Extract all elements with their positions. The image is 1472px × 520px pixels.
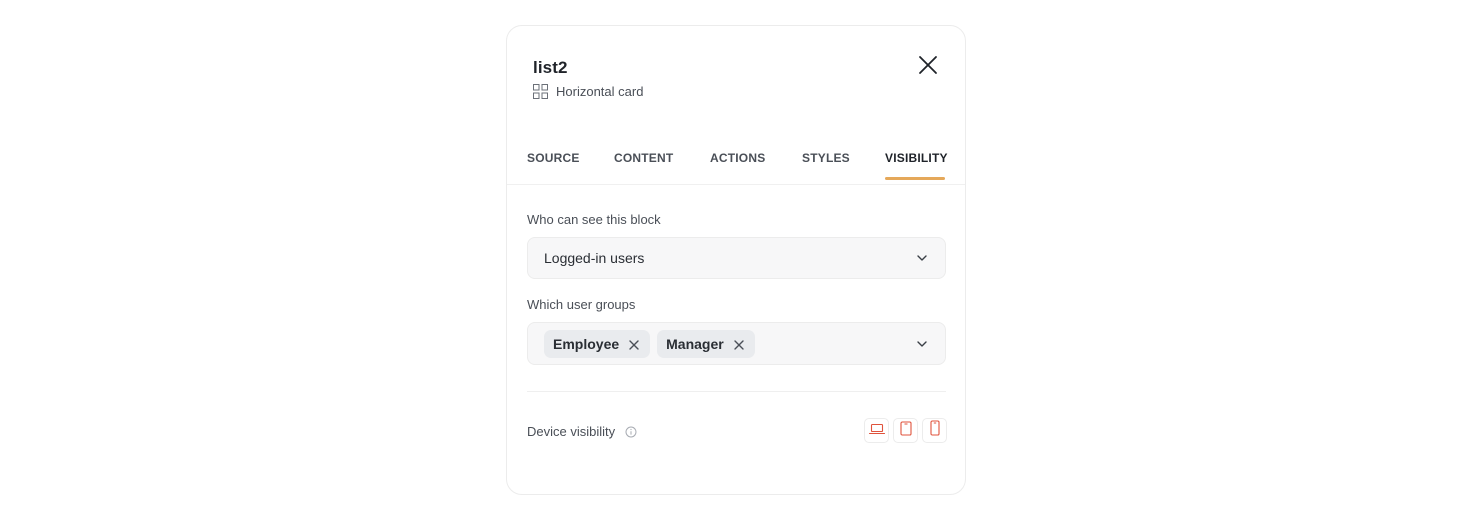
user-groups-select[interactable]: Employee Manager [527,322,946,365]
tab-source[interactable]: SOURCE [527,151,580,165]
desktop-toggle[interactable] [864,418,889,443]
chevron-down-icon [915,337,929,351]
tab-content[interactable]: CONTENT [614,151,673,165]
remove-chip-icon[interactable] [733,338,745,350]
group-chip-employee: Employee [544,330,651,358]
chevron-down-icon [915,251,929,265]
tab-styles[interactable]: STYLES [802,151,850,165]
group-chip-manager: Manager [657,330,755,358]
chip-label: Employee [553,336,620,352]
device-visibility-label: Device visibility [527,424,616,439]
block-settings-panel: list2 Horizontal card SOURCE CONTENT ACT… [506,25,966,495]
section-divider [527,391,946,392]
mobile-toggle[interactable] [922,418,947,443]
tablet-toggle[interactable] [893,418,918,443]
audience-select-value: Logged-in users [544,250,645,266]
tab-visibility[interactable]: VISIBILITY [885,151,948,165]
tablet-icon [899,420,912,441]
tab-actions[interactable]: ACTIONS [710,151,765,165]
phone-icon [929,420,940,441]
block-type: Horizontal card [533,84,643,99]
laptop-icon [868,422,885,440]
close-icon [918,55,938,80]
panel-title: list2 [533,58,568,77]
device-toggle-group [864,418,947,443]
grid-icon [533,84,548,99]
device-visibility-row: Device visibility [527,424,637,439]
who-can-see-label: Who can see this block [527,212,661,227]
user-groups-label: Which user groups [527,297,636,312]
audience-select[interactable]: Logged-in users [527,237,946,279]
selected-groups: Employee Manager [544,330,755,358]
remove-chip-icon[interactable] [628,338,640,350]
active-tab-indicator [885,177,945,180]
settings-tabs: SOURCE CONTENT ACTIONS STYLES VISIBILITY [507,144,965,185]
block-type-label: Horizontal card [556,84,644,99]
info-icon[interactable] [625,426,637,438]
chip-label: Manager [666,336,724,352]
close-button[interactable] [915,54,941,80]
